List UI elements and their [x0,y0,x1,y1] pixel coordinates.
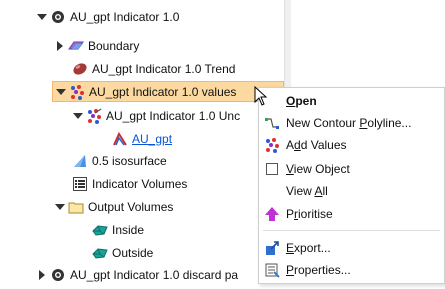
model-globe-icon [50,9,66,25]
trend-ellipsoid-icon [72,61,88,77]
expand-arrow-icon[interactable] [72,106,84,126]
properties-icon [264,262,280,278]
menu-item-view-object[interactable]: View Object [259,159,444,179]
tree-item-uncertainty[interactable]: AU_gpt Indicator 1.0 Unc [72,106,240,126]
tree-item-outside[interactable]: Outside [92,243,153,263]
tree-item-label: 0.5 isosurface [92,154,167,168]
model-globe-icon [50,267,66,283]
menu-separator [263,230,440,231]
menu-item-label: View Object [286,162,350,176]
tree-item-label: Outside [112,246,154,260]
collapse-arrow-icon[interactable] [36,265,48,285]
menu-item-open[interactable]: Open [259,91,444,111]
tree-item-output-volumes[interactable]: Output Volumes [54,197,173,217]
tree-item-au-gpt-indicator[interactable]: AU_gpt Indicator 1.0 [36,7,179,27]
menu-item-properties[interactable]: Properties... [259,260,444,280]
tree-item-boundary[interactable]: Boundary [54,36,139,56]
tree-item-discard[interactable]: AU_gpt Indicator 1.0 discard pa [36,265,238,285]
tree-item-au-gpt-link[interactable]: AU_gpt [112,129,172,149]
tree-item-trend[interactable]: AU_gpt Indicator 1.0 Trend [72,59,235,79]
menu-item-label: New Contour Polyline... [286,116,412,130]
tree-item-label: AU_gpt Indicator 1.0 [70,10,180,24]
folder-icon [68,199,84,215]
export-icon [264,240,280,256]
tree-item-label: Boundary [88,39,140,53]
values-points-icon [264,137,280,153]
polyline-icon [112,131,128,147]
menu-item-view-all[interactable]: View All [259,181,444,201]
menu-item-prioritise[interactable]: Prioritise [259,204,444,224]
tree-item-indicator-volumes[interactable]: Indicator Volumes [72,174,187,194]
tree-item-label: Output Volumes [88,200,174,214]
collapse-arrow-icon[interactable] [54,36,66,56]
menu-item-label: View All [286,184,328,198]
menu-item-export[interactable]: Export... [259,238,444,258]
tree-item-values-selected[interactable]: AU_gpt Indicator 1.0 values [52,81,284,102]
volume-mesh-icon [92,245,108,261]
contour-polyline-icon [264,115,280,131]
menu-item-label: Add Values [286,138,347,152]
tree-item-label: AU_gpt Indicator 1.0 values [89,84,237,99]
menu-item-label: Export... [286,241,331,255]
menu-item-add-values[interactable]: Add Values [259,135,444,155]
isosurface-icon [72,153,88,169]
volume-mesh-icon [92,222,108,238]
tree-item-isosurface[interactable]: 0.5 isosurface [72,151,167,171]
tree-item-inside[interactable]: Inside [92,220,144,240]
context-menu: Open New Contour Polyline... Add Values … [258,87,445,284]
expand-arrow-icon[interactable] [36,7,48,27]
tree-item-link-label[interactable]: AU_gpt [132,129,172,149]
tree-item-label: Indicator Volumes [92,177,188,191]
checkbox-icon[interactable] [264,161,280,177]
menu-item-label: Properties... [286,263,351,277]
tree-item-label: AU_gpt Indicator 1.0 Unc [106,109,241,123]
menu-item-label: Prioritise [286,207,333,221]
tree-item-label: Inside [112,223,145,237]
tree-item-label: AU_gpt Indicator 1.0 Trend [92,62,236,76]
menu-item-new-contour-polyline[interactable]: New Contour Polyline... [259,113,444,133]
mouse-pointer-icon [254,86,268,106]
expand-arrow-icon[interactable] [54,197,66,217]
values-points-icon [69,84,85,100]
tree-item-label: AU_gpt Indicator 1.0 discard pa [70,268,239,282]
expand-arrow-icon[interactable] [55,82,67,102]
values-points-icon [86,108,102,124]
up-arrow-icon [264,206,280,222]
menu-item-label: Open [286,94,317,108]
table-list-icon [72,176,88,192]
boundary-surface-icon [68,38,84,54]
